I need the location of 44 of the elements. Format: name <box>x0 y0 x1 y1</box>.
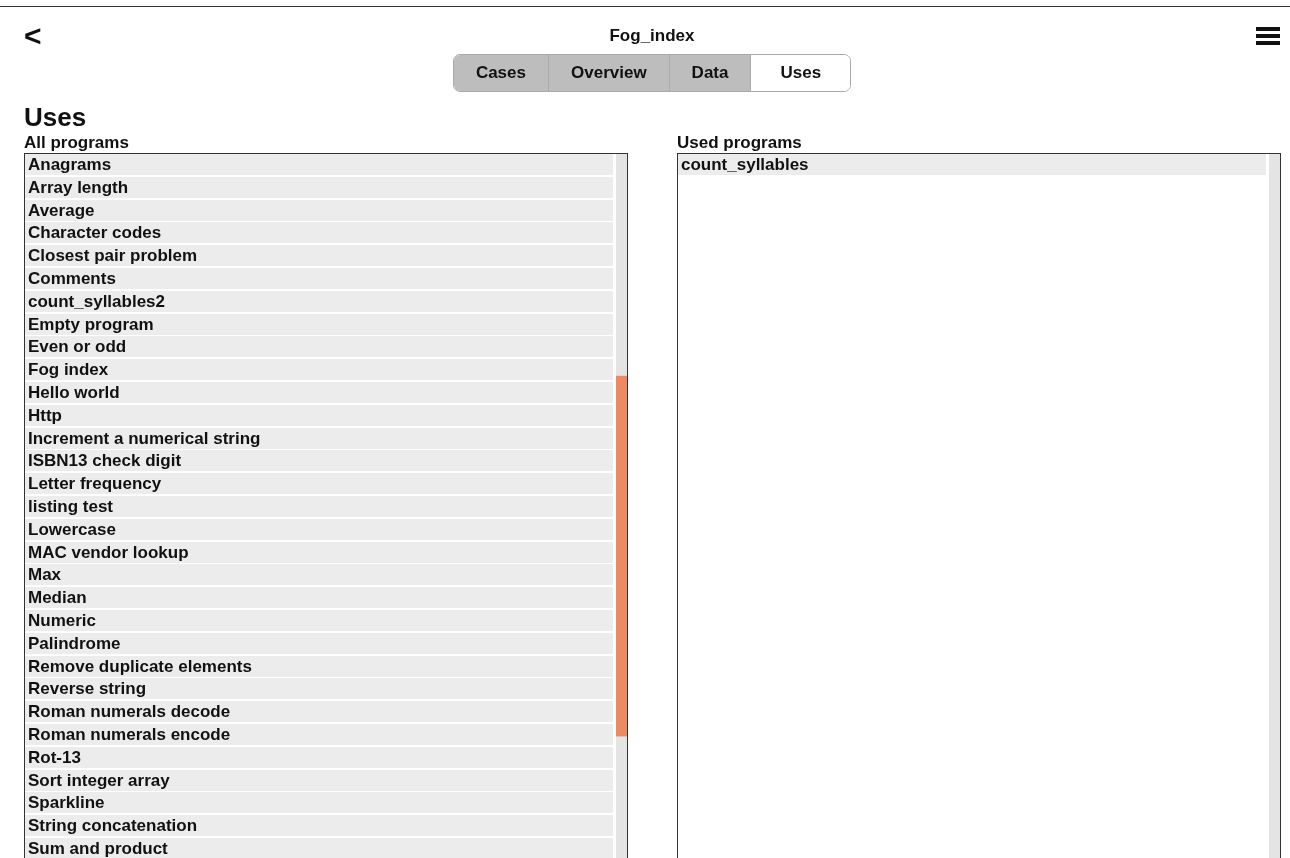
list-label: All programs <box>24 133 130 153</box>
program-item[interactable]: Array length <box>25 176 613 198</box>
program-item[interactable]: Palindrome <box>25 632 613 654</box>
page-title: Fog_index <box>609 26 695 46</box>
program-item[interactable]: Remove duplicate elements <box>25 655 613 677</box>
program-item[interactable]: Fog index <box>25 359 613 381</box>
program-item[interactable]: Max <box>25 564 613 586</box>
program-item[interactable]: Even or odd <box>25 336 613 358</box>
program-item[interactable]: Rot-13 <box>25 746 613 768</box>
list-label: Used programs <box>677 133 803 153</box>
program-item[interactable]: Reverse string <box>25 678 613 700</box>
program-item[interactable]: listing test <box>25 495 613 517</box>
scrollbar-icon[interactable] <box>616 154 627 858</box>
program-item[interactable]: Hello world <box>25 381 613 403</box>
program-item[interactable]: MAC vendor lookup <box>25 541 613 563</box>
program-item[interactable]: count_syllables2 <box>25 290 613 312</box>
tab[interactable]: Data <box>668 55 751 91</box>
program-item[interactable]: String concatenation <box>25 815 613 837</box>
program-item[interactable]: Roman numerals decode <box>25 701 613 723</box>
program-item[interactable]: Anagrams <box>25 154 613 175</box>
program-item[interactable]: Average <box>25 199 613 221</box>
tab[interactable]: Cases <box>453 55 548 91</box>
menu-icon[interactable] <box>1256 26 1280 46</box>
program-item[interactable]: Character codes <box>25 222 613 244</box>
program-item[interactable]: Sort integer array <box>25 769 613 791</box>
program-item[interactable]: Closest pair problem <box>25 245 613 267</box>
program-item[interactable]: Sum and product <box>25 837 613 858</box>
tab[interactable]: Overview <box>548 55 669 91</box>
program-item[interactable]: count_syllables <box>678 154 1266 175</box>
program-item[interactable]: Sparkline <box>25 792 613 814</box>
program-item[interactable]: Numeric <box>25 609 613 631</box>
program-item[interactable]: Roman numerals encode <box>25 723 613 745</box>
program-item[interactable]: ISBN13 check digit <box>25 450 613 472</box>
program-item[interactable]: Median <box>25 587 613 609</box>
program-item[interactable]: Letter frequency <box>25 473 613 495</box>
program-item[interactable]: Increment a numerical string <box>25 427 613 449</box>
section-heading: Uses <box>24 101 88 133</box>
program-item[interactable]: Lowercase <box>25 518 613 540</box>
program-item[interactable]: Comments <box>25 268 613 289</box>
program-item[interactable]: Http <box>25 404 613 426</box>
back-button[interactable]: < <box>24 21 84 51</box>
program-item[interactable]: Empty program <box>25 313 613 335</box>
scrollbar-icon[interactable] <box>1269 154 1280 858</box>
tab[interactable]: Uses <box>750 55 851 91</box>
